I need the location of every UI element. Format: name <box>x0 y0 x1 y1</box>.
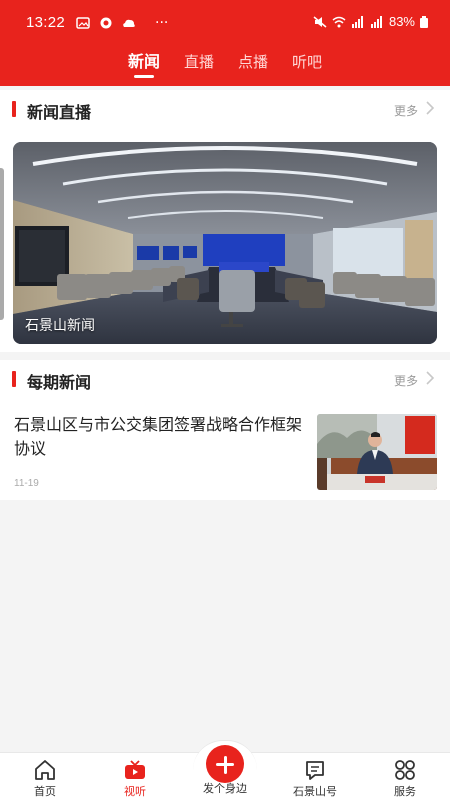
section-accent-bar <box>12 101 16 117</box>
battery-percent: 83% <box>388 14 415 29</box>
message-icon <box>306 761 324 780</box>
tab-live[interactable]: 直播 <box>184 50 214 78</box>
live-section-title: 新闻直播 <box>27 103 92 122</box>
side-drag-handle[interactable] <box>0 168 4 320</box>
chevron-right-icon[interactable] <box>424 100 436 116</box>
signal-2-icon <box>370 15 382 28</box>
tab-listen[interactable]: 听吧 <box>292 50 322 78</box>
nav-shijingshan-account[interactable]: 石景山号 <box>270 759 360 799</box>
live-more-link[interactable]: 更多 <box>394 102 418 119</box>
news-title[interactable]: 石景山区与市公交集团签署战略合作框架协议 <box>14 413 304 461</box>
mute-icon <box>313 15 327 28</box>
live-section-header: 新闻直播 更多 <box>0 90 450 130</box>
nav-services[interactable]: 服务 <box>360 759 450 799</box>
news-thumbnail-image <box>317 414 437 490</box>
post-nearby-label[interactable]: 发个身边 <box>180 780 270 796</box>
home-icon <box>35 760 55 780</box>
nav-services-label: 服务 <box>394 785 416 798</box>
top-tabs: 新闻 直播 点播 听吧 <box>0 50 450 78</box>
periodic-section-header: 每期新闻 更多 <box>0 360 450 400</box>
nav-shijingshan-account-label: 石景山号 <box>293 785 337 798</box>
tv-icon <box>125 760 145 779</box>
grid-icon <box>395 760 415 780</box>
chevron-right-icon[interactable] <box>424 370 436 386</box>
nav-audiovisual[interactable]: 视听 <box>90 759 180 799</box>
section-accent-bar <box>12 371 16 387</box>
live-section: 新闻直播 更多 石景山新闻 <box>0 90 450 352</box>
news-thumbnail[interactable] <box>317 414 437 490</box>
status-bar: 13:22 ··· 83% <box>0 0 450 44</box>
status-time: 13:22 <box>26 14 66 31</box>
conference-room-image <box>13 142 437 344</box>
nav-home-label: 首页 <box>34 785 56 798</box>
cloud-icon <box>123 19 135 27</box>
wifi-icon <box>332 16 346 27</box>
app-notification-icon <box>100 17 112 29</box>
signal-icon <box>351 15 363 28</box>
nav-audiovisual-label: 视听 <box>124 785 146 798</box>
live-video-caption: 石景山新闻 <box>25 318 95 334</box>
periodic-section-title: 每期新闻 <box>27 373 92 392</box>
more-notifications: ··· <box>155 15 169 31</box>
tab-vod[interactable]: 点播 <box>238 50 268 78</box>
tab-news[interactable]: 新闻 <box>128 50 160 78</box>
news-list-item[interactable]: 石景山区与市公交集团签署战略合作框架协议 11-19 <box>0 406 450 496</box>
periodic-more-link[interactable]: 更多 <box>394 372 418 389</box>
live-video-card[interactable]: 石景山新闻 <box>13 142 437 344</box>
nav-home[interactable]: 首页 <box>0 759 90 799</box>
battery-icon <box>420 15 428 28</box>
top-header: 13:22 ··· 83% 新闻 直播 点播 听吧 <box>0 0 450 86</box>
gallery-icon <box>76 17 90 29</box>
post-nearby-button[interactable] <box>206 745 244 783</box>
news-date: 11-19 <box>14 478 39 489</box>
periodic-news-section: 每期新闻 更多 石景山区与市公交集团签署战略合作框架协议 11-19 <box>0 360 450 500</box>
